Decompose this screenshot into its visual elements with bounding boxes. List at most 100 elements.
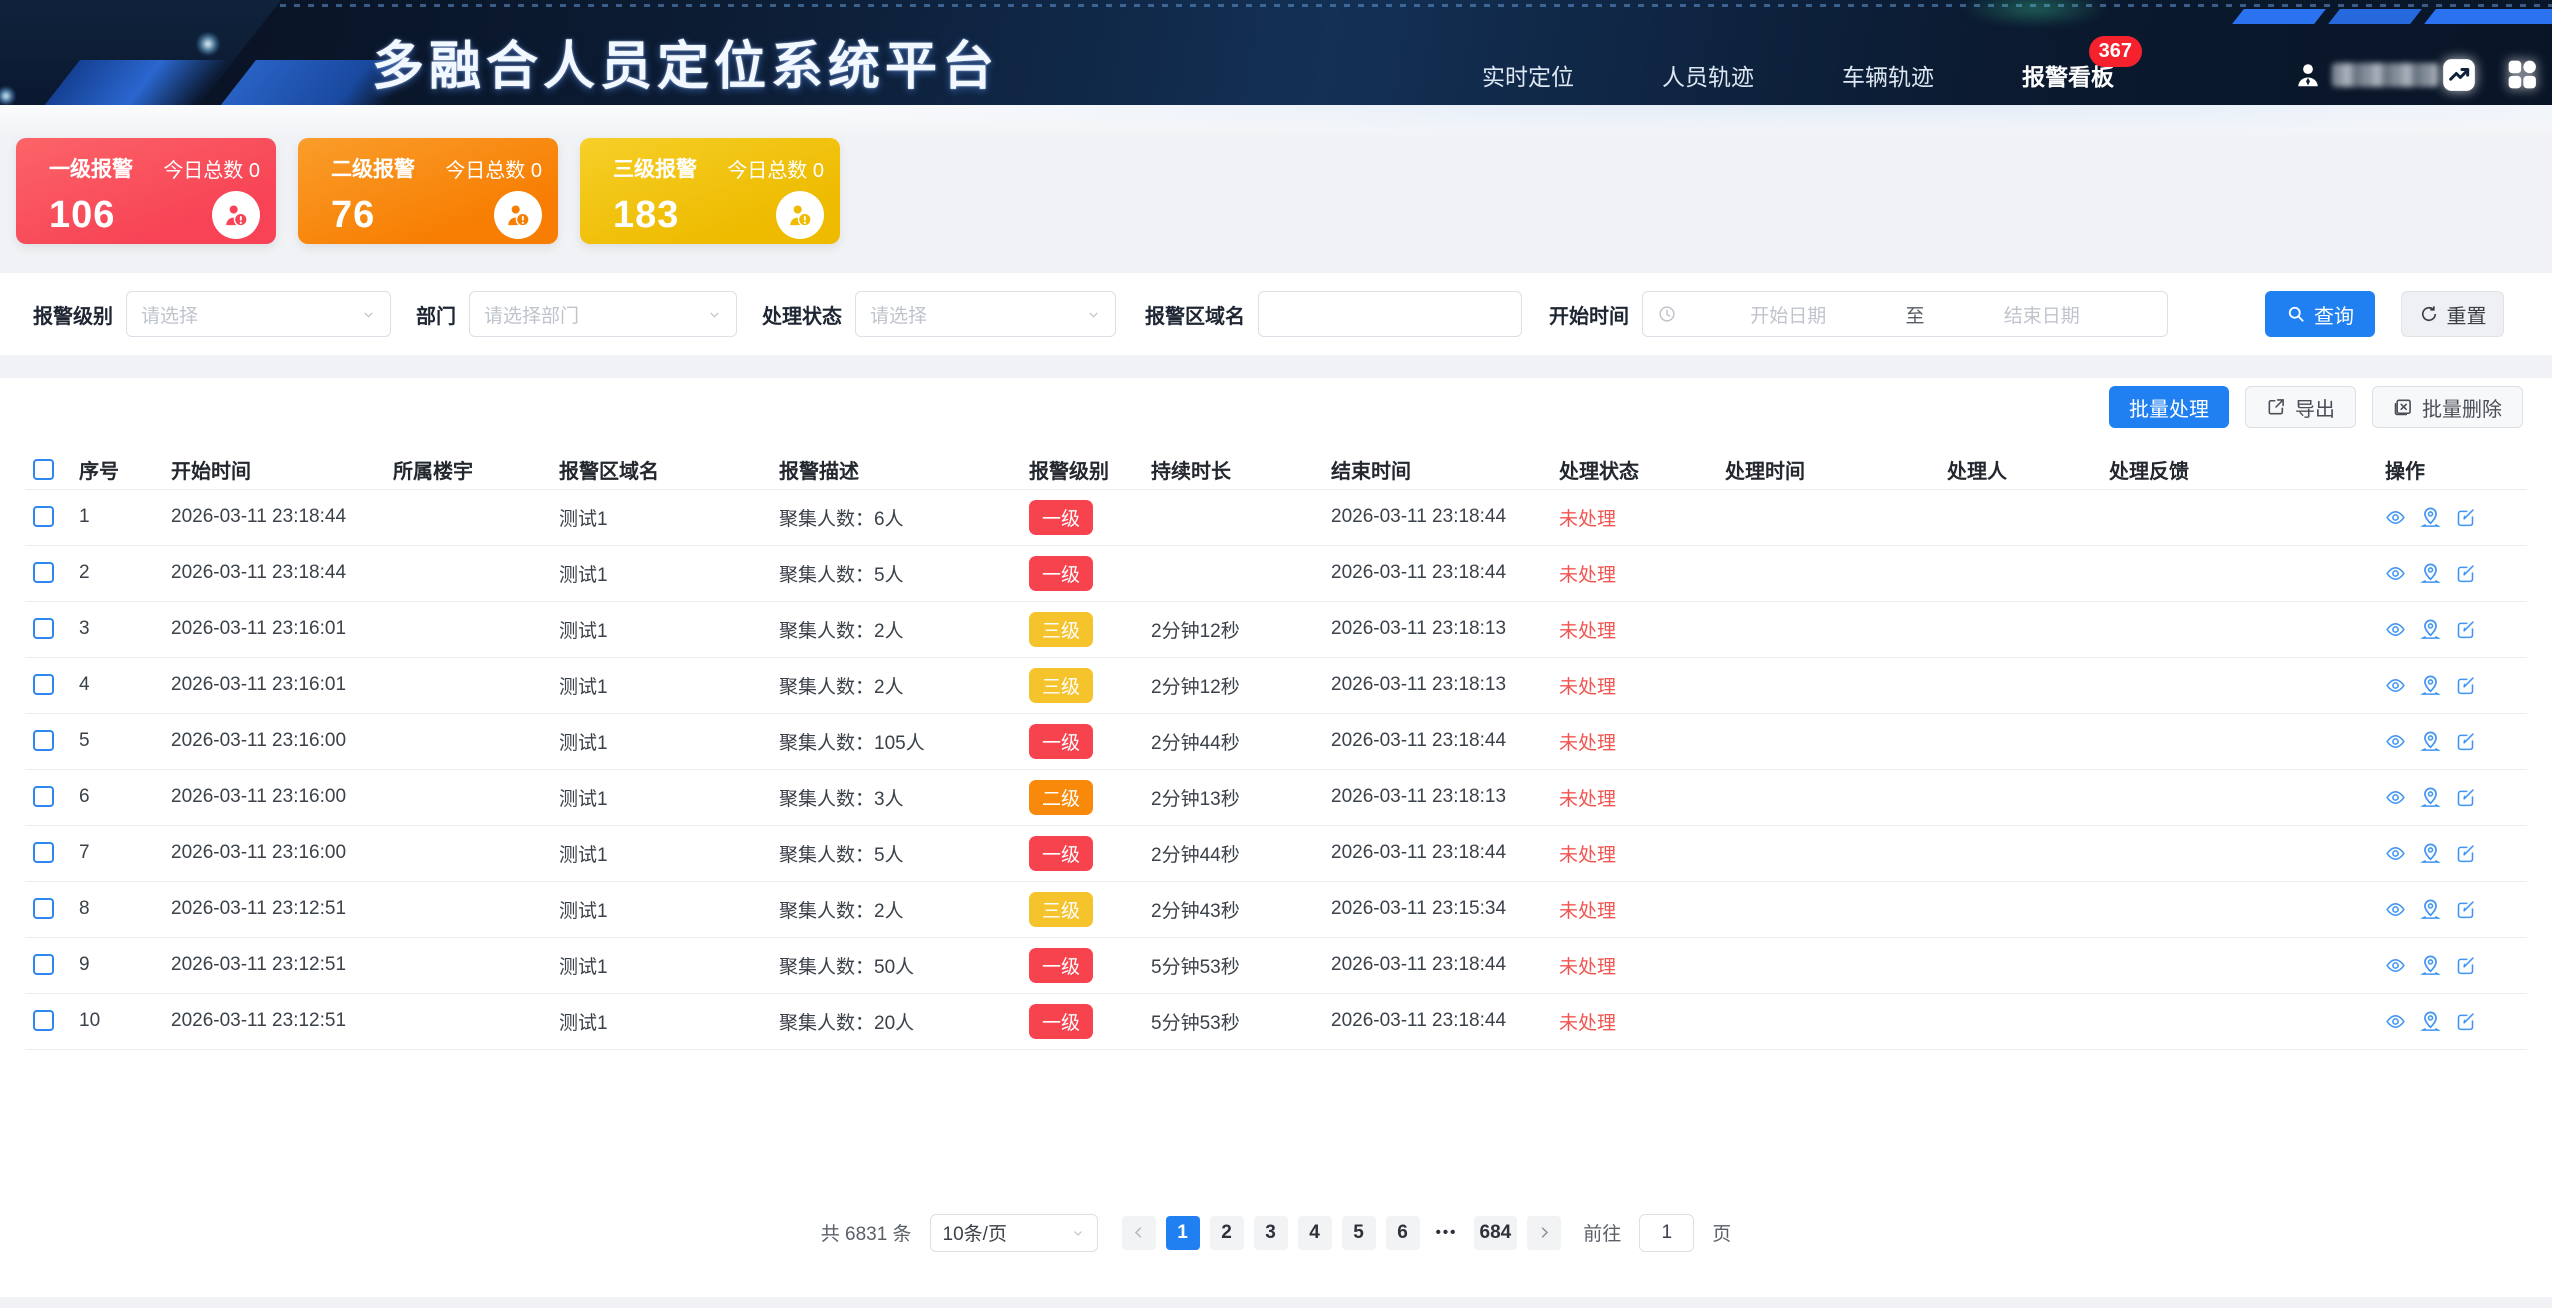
edit-icon[interactable] (2455, 675, 2476, 696)
table-row: 8 2026-03-11 23:12:51 测试1 聚集人数：2人 三级 2分钟… (25, 881, 2527, 937)
select-all-checkbox[interactable] (33, 459, 54, 480)
edit-icon[interactable] (2455, 955, 2476, 976)
edit-icon[interactable] (2455, 843, 2476, 864)
locate-icon[interactable] (2419, 786, 2442, 809)
table-row: 1 2026-03-11 23:18:44 测试1 聚集人数：6人 一级 202… (25, 489, 2527, 545)
edit-icon[interactable] (2455, 507, 2476, 528)
view-icon[interactable] (2385, 787, 2406, 808)
row-checkbox[interactable] (33, 674, 54, 695)
handle-status-select[interactable]: 请选择 (855, 291, 1116, 337)
cell-building (385, 825, 551, 881)
cell-status: 未处理 (1551, 825, 1717, 881)
locate-icon[interactable] (2419, 954, 2442, 977)
alarm-level-select[interactable]: 请选择 (126, 291, 391, 337)
view-icon[interactable] (2385, 619, 2406, 640)
table-row: 3 2026-03-11 23:16:01 测试1 聚集人数：2人 三级 2分钟… (25, 601, 2527, 657)
row-actions (2385, 842, 2519, 865)
page-size-select[interactable]: 10条/页 (930, 1214, 1098, 1252)
locate-icon[interactable] (2419, 506, 2442, 529)
export-button[interactable]: 导出 (2245, 386, 2356, 428)
nav-item-realtime-location[interactable]: 实时定位 (1482, 58, 1574, 92)
nav-item-person-track[interactable]: 人员轨迹 (1662, 58, 1754, 92)
locate-icon[interactable] (2419, 674, 2442, 697)
edit-icon[interactable] (2455, 731, 2476, 752)
row-checkbox[interactable] (33, 562, 54, 583)
cell-handle-time (1717, 825, 1939, 881)
cell-area: 测试1 (551, 601, 771, 657)
monitor-chart-icon[interactable] (2439, 55, 2479, 95)
start-date-placeholder[interactable]: 开始日期 (1677, 301, 1900, 328)
view-icon[interactable] (2385, 955, 2406, 976)
row-actions (2385, 1010, 2519, 1033)
cell-area: 测试1 (551, 825, 771, 881)
nav-item-vehicle-track[interactable]: 车辆轨迹 (1842, 58, 1934, 92)
row-checkbox[interactable] (33, 506, 54, 527)
row-checkbox[interactable] (33, 786, 54, 807)
cell-seq: 1 (71, 489, 163, 545)
page-button-4[interactable]: 4 (1298, 1216, 1332, 1250)
level-badge: 二级 (1029, 780, 1093, 815)
row-checkbox[interactable] (33, 842, 54, 863)
edit-icon[interactable] (2455, 787, 2476, 808)
row-actions (2385, 618, 2519, 641)
cell-duration: 2分钟44秒 (1143, 825, 1323, 881)
department-select[interactable]: 请选择部门 (469, 291, 737, 337)
locate-icon[interactable] (2419, 1010, 2442, 1033)
cell-handler (1939, 937, 2101, 993)
locate-icon[interactable] (2419, 730, 2442, 753)
edit-icon[interactable] (2455, 1011, 2476, 1032)
view-icon[interactable] (2385, 1011, 2406, 1032)
view-icon[interactable] (2385, 731, 2406, 752)
view-icon[interactable] (2385, 563, 2406, 584)
cell-handler (1939, 657, 2101, 713)
view-icon[interactable] (2385, 675, 2406, 696)
cell-seq: 4 (71, 657, 163, 713)
goto-page-input[interactable] (1639, 1214, 1694, 1252)
locate-icon[interactable] (2419, 898, 2442, 921)
cell-desc: 聚集人数：2人 (771, 881, 1021, 937)
table-body: 1 2026-03-11 23:18:44 测试1 聚集人数：6人 一级 202… (25, 489, 2527, 1049)
area-name-input[interactable] (1258, 291, 1522, 337)
page-button-2[interactable]: 2 (1210, 1216, 1244, 1250)
locate-icon[interactable] (2419, 618, 2442, 641)
view-icon[interactable] (2385, 899, 2406, 920)
view-icon[interactable] (2385, 507, 2406, 528)
cell-status: 未处理 (1551, 713, 1717, 769)
row-checkbox[interactable] (33, 1010, 54, 1031)
page-button-5[interactable]: 5 (1342, 1216, 1376, 1250)
summary-card-level1: 一级报警 今日总数 0 106 (16, 138, 276, 244)
cell-feedback (2101, 545, 2377, 601)
date-range-separator: 至 (1900, 301, 1931, 328)
cell-status: 未处理 (1551, 545, 1717, 601)
apps-grid-icon[interactable] (2505, 57, 2540, 92)
page-button-1[interactable]: 1 (1166, 1216, 1200, 1250)
row-checkbox[interactable] (33, 954, 54, 975)
nav-item-alarm-board[interactable]: 367报警看板 (2022, 58, 2114, 92)
reset-button[interactable]: 重置 (2401, 291, 2504, 337)
locate-icon[interactable] (2419, 842, 2442, 865)
more-pages-ellipsis[interactable]: ••• (1430, 1224, 1464, 1241)
date-range-picker[interactable]: 开始日期 至 结束日期 (1642, 291, 2168, 337)
edit-icon[interactable] (2455, 619, 2476, 640)
view-icon[interactable] (2385, 843, 2406, 864)
page-button-3[interactable]: 3 (1254, 1216, 1288, 1250)
batch-delete-button[interactable]: 批量删除 (2372, 386, 2523, 428)
end-date-placeholder[interactable]: 结束日期 (1931, 301, 2154, 328)
edit-icon[interactable] (2455, 899, 2476, 920)
batch-handle-button[interactable]: 批量处理 (2109, 386, 2229, 428)
locate-icon[interactable] (2419, 562, 2442, 585)
row-checkbox[interactable] (33, 898, 54, 919)
row-checkbox[interactable] (33, 618, 54, 639)
page-button-6[interactable]: 6 (1386, 1216, 1420, 1250)
column-header: 报警描述 (771, 451, 1021, 489)
level-badge: 三级 (1029, 892, 1093, 927)
next-page-button[interactable] (1527, 1216, 1561, 1250)
last-page-button[interactable]: 684 (1474, 1216, 1518, 1250)
card-count: 183 (613, 194, 679, 237)
row-checkbox[interactable] (33, 730, 54, 751)
user-avatar-icon (2293, 60, 2323, 90)
cell-duration (1143, 545, 1323, 601)
edit-icon[interactable] (2455, 563, 2476, 584)
prev-page-button[interactable] (1122, 1216, 1156, 1250)
search-button[interactable]: 查询 (2265, 291, 2375, 337)
